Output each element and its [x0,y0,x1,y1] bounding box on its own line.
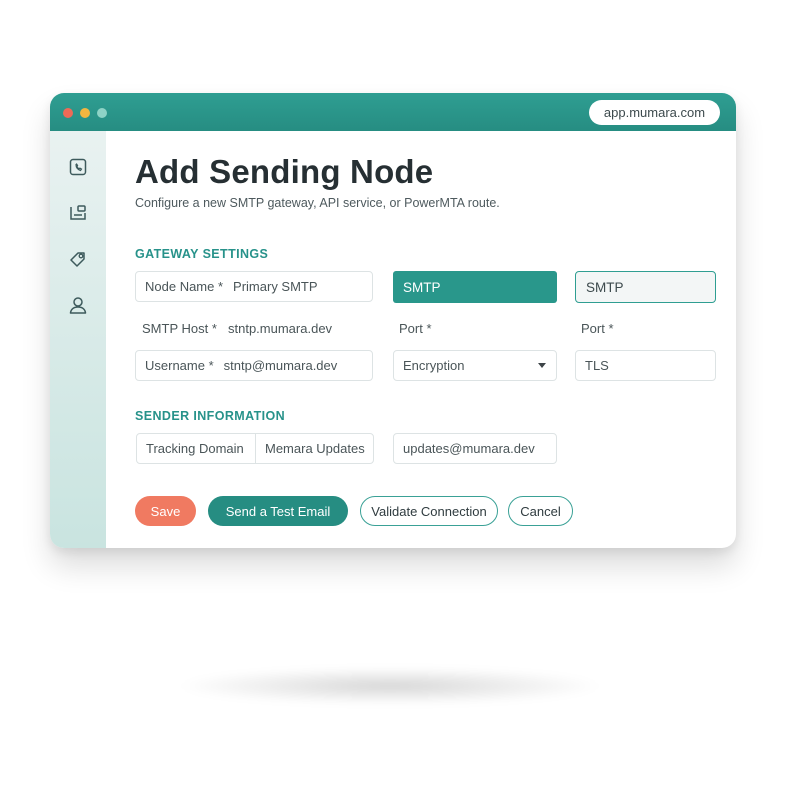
tls-value: TLS [585,358,609,373]
tracking-domain-field[interactable]: Tracking Domain [136,433,256,464]
minimize-window-dot[interactable] [80,108,90,118]
sidebar-item-tags[interactable] [65,246,91,272]
username-label: Username * [145,358,214,373]
phone-icon [69,158,87,176]
gateway-settings-heading: GATEWAY SETTINGS [135,247,269,261]
gateway-type-smtp-option[interactable]: SMTP [575,271,716,303]
from-email-field[interactable]: updates@mumara.dev [393,433,557,464]
user-icon [69,297,87,314]
node-name-field[interactable]: Node Name * Primary SMTP [135,271,373,302]
save-button[interactable]: Save [135,496,196,526]
encryption-select[interactable]: Encryption [393,350,557,381]
page-title: Add Sending Node [135,153,434,190]
sidebar-item-profile[interactable] [65,292,91,318]
app-window: app.mumara.com Add Sending Node Configur… [50,93,736,548]
close-window-dot[interactable] [63,108,73,118]
url-bar[interactable]: app.mumara.com [589,100,720,125]
sidebar [50,131,106,548]
title-bar: app.mumara.com [50,93,736,131]
sidebar-item-phone[interactable] [65,154,91,180]
inbox-icon [70,205,86,220]
cancel-button[interactable]: Cancel [508,496,573,526]
smtp-host-value[interactable]: stntp.mumara.dev [228,321,332,336]
floor-shadow [180,668,600,704]
username-value: stntp@mumara.dev [223,358,338,373]
from-email-value: updates@mumara.dev [403,441,535,456]
maximize-window-dot[interactable] [97,108,107,118]
port-label-secondary: Port * [581,321,614,336]
gateway-type-smtp-button[interactable]: SMTP [393,271,557,303]
tracking-domain-label: Tracking Domain [146,441,244,456]
chevron-down-icon [538,363,546,368]
node-name-label: Node Name * [145,279,224,294]
sender-information-heading: SENDER INFORMATION [135,409,286,423]
validate-connection-button[interactable]: Validate Connection [360,496,498,526]
encryption-label: Encryption [403,358,465,373]
page-subtitle: Configure a new SMTP gateway, API servic… [135,196,500,210]
from-name-field[interactable]: Memara Updates [255,433,374,464]
username-field[interactable]: Username * stntp@mumara.dev [135,350,373,381]
from-name-value: Memara Updates [265,441,365,456]
node-name-value: Primary SMTP [233,279,318,294]
port-label: Port * [399,321,432,336]
send-test-email-button[interactable]: Send a Test Email [208,496,348,526]
tag-icon [70,252,85,267]
tls-field[interactable]: TLS [575,350,716,381]
main-content: Add Sending Node Configure a new SMTP ga… [106,131,736,548]
sidebar-item-inbox[interactable] [65,200,91,226]
smtp-host-label: SMTP Host * [142,321,217,336]
